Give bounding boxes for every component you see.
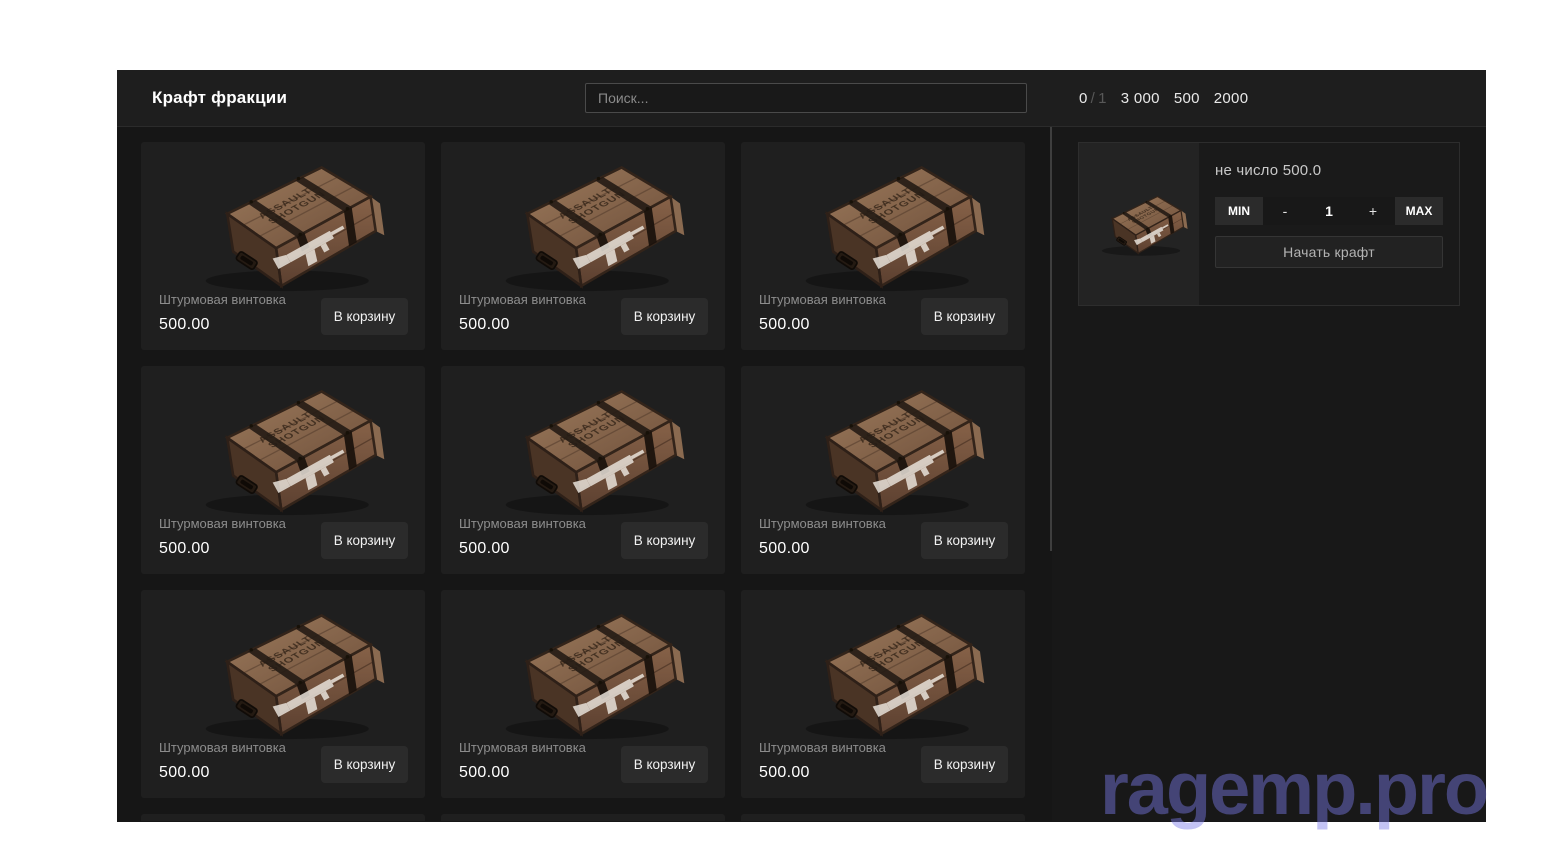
quantity-stepper: MIN - 1 + MAX: [1215, 197, 1443, 225]
item-name: Штурмовая винтовка: [759, 740, 886, 755]
item-name: Штурмовая винтовка: [159, 740, 286, 755]
item-name: Штурмовая винтовка: [159, 292, 286, 307]
quantity-value[interactable]: 1: [1307, 197, 1351, 225]
item-card[interactable]: Штурмовая винтовка 500.00 В корзину: [141, 366, 425, 574]
item-card[interactable]: Штурмовая винтовка 500.00 В корзину: [741, 590, 1025, 798]
cart-counter-current: 0: [1079, 89, 1088, 107]
item-card[interactable]: Штурмовая винтовка 500.00 В корзину: [441, 590, 725, 798]
add-to-cart-button[interactable]: В корзину: [621, 746, 708, 783]
ammo-crate-icon: [480, 376, 686, 522]
add-to-cart-button[interactable]: В корзину: [621, 298, 708, 335]
items-grid: Штурмовая винтовка 500.00 В корзину Штур…: [141, 142, 1028, 821]
page-title: Крафт фракции: [152, 88, 288, 107]
item-image: [741, 366, 1025, 522]
item-image: [441, 142, 725, 298]
start-craft-button[interactable]: Начать крафт: [1215, 236, 1443, 268]
items-scroll-area: Штурмовая винтовка 500.00 В корзину Штур…: [117, 127, 1052, 821]
ammo-crate-icon: [180, 600, 386, 746]
item-image: [141, 590, 425, 746]
ammo-crate-icon: [480, 600, 686, 746]
selected-item-title: не число 500.0: [1215, 162, 1322, 179]
item-image: [441, 590, 725, 746]
add-to-cart-button[interactable]: В корзину: [921, 522, 1008, 559]
add-to-cart-button[interactable]: В корзину: [921, 298, 1008, 335]
search-input[interactable]: [585, 83, 1027, 113]
craft-window: Крафт фракции 0 / 1 3 000 500 2000 Штурм…: [117, 70, 1486, 822]
ammo-crate-icon: [1089, 189, 1189, 259]
item-image: [741, 590, 1025, 746]
item-image: [141, 142, 425, 298]
content: Штурмовая винтовка 500.00 В корзину Штур…: [117, 127, 1486, 821]
item-image: [441, 366, 725, 522]
item-price: 500.00: [459, 316, 510, 333]
item-name: Штурмовая винтовка: [759, 292, 886, 307]
ammo-crate-icon: [180, 152, 386, 298]
item-price: 500.00: [459, 540, 510, 557]
item-name: Штурмовая винтовка: [159, 516, 286, 531]
item-name: Штурмовая винтовка: [459, 292, 586, 307]
item-name: Штурмовая винтовка: [459, 740, 586, 755]
item-image: [141, 366, 425, 522]
item-price: 500.00: [759, 540, 810, 557]
item-price: 500.00: [759, 764, 810, 781]
item-price: 500.00: [759, 316, 810, 333]
craft-controls: не число 500.0 MIN - 1 + MAX Начать краф…: [1215, 143, 1443, 268]
item-image: [741, 142, 1025, 298]
side-panel: не число 500.0 MIN - 1 + MAX Начать краф…: [1052, 127, 1486, 821]
item-card[interactable]: Штурмовая винтовка 500.00 В корзину: [741, 142, 1025, 350]
selected-craft-item: не число 500.0 MIN - 1 + MAX Начать краф…: [1078, 142, 1460, 306]
item-name: Штурмовая винтовка: [459, 516, 586, 531]
quantity-increment-button[interactable]: +: [1351, 197, 1395, 225]
item-card[interactable]: Штурмовая винтовка 500.00 В корзину: [441, 142, 725, 350]
item-card[interactable]: Штурмовая винтовка 500.00 В корзину: [741, 366, 1025, 574]
quantity-min-button[interactable]: MIN: [1215, 197, 1263, 225]
item-price: 500.00: [159, 764, 210, 781]
resource-value-2: 500: [1173, 89, 1200, 107]
cart-counter-total: 1: [1098, 89, 1107, 107]
item-image: [741, 814, 1025, 821]
item-name: Штурмовая винтовка: [759, 516, 886, 531]
item-price: 500.00: [459, 764, 510, 781]
quantity-max-button[interactable]: MAX: [1395, 197, 1443, 225]
add-to-cart-button[interactable]: В корзину: [321, 522, 408, 559]
resource-value-1: 3 000: [1120, 89, 1160, 107]
add-to-cart-button[interactable]: В корзину: [921, 746, 1008, 783]
ammo-crate-icon: [780, 376, 986, 522]
item-card[interactable]: Штурмовая винтовка 500.00 В корзину: [741, 814, 1025, 821]
cart-counter-separator: /: [1090, 89, 1096, 107]
add-to-cart-button[interactable]: В корзину: [621, 522, 708, 559]
ammo-crate-icon: [780, 152, 986, 298]
ammo-crate-icon: [780, 600, 986, 746]
selected-item-image: [1079, 143, 1199, 305]
item-card[interactable]: Штурмовая винтовка 500.00 В корзину: [441, 814, 725, 821]
item-card[interactable]: Штурмовая винтовка 500.00 В корзину: [141, 142, 425, 350]
item-image: [141, 814, 425, 821]
add-to-cart-button[interactable]: В корзину: [321, 746, 408, 783]
item-price: 500.00: [159, 316, 210, 333]
ammo-crate-icon: [480, 152, 686, 298]
quantity-decrement-button[interactable]: -: [1263, 197, 1307, 225]
item-card[interactable]: Штурмовая винтовка 500.00 В корзину: [141, 590, 425, 798]
item-price: 500.00: [159, 540, 210, 557]
ammo-crate-icon: [180, 376, 386, 522]
add-to-cart-button[interactable]: В корзину: [321, 298, 408, 335]
quantity-mid: - 1 +: [1263, 197, 1395, 225]
cart-counter: 0 / 1: [1079, 90, 1107, 107]
item-card[interactable]: Штурмовая винтовка 500.00 В корзину: [441, 366, 725, 574]
screen: Крафт фракции 0 / 1 3 000 500 2000 Штурм…: [0, 0, 1562, 860]
resources-bar: 0 / 1 3 000 500 2000: [1079, 70, 1248, 126]
item-image: [441, 814, 725, 821]
resource-value-3: 2000: [1213, 89, 1249, 107]
item-card[interactable]: Штурмовая винтовка 500.00 В корзину: [141, 814, 425, 821]
header: Крафт фракции 0 / 1 3 000 500 2000: [117, 70, 1486, 127]
